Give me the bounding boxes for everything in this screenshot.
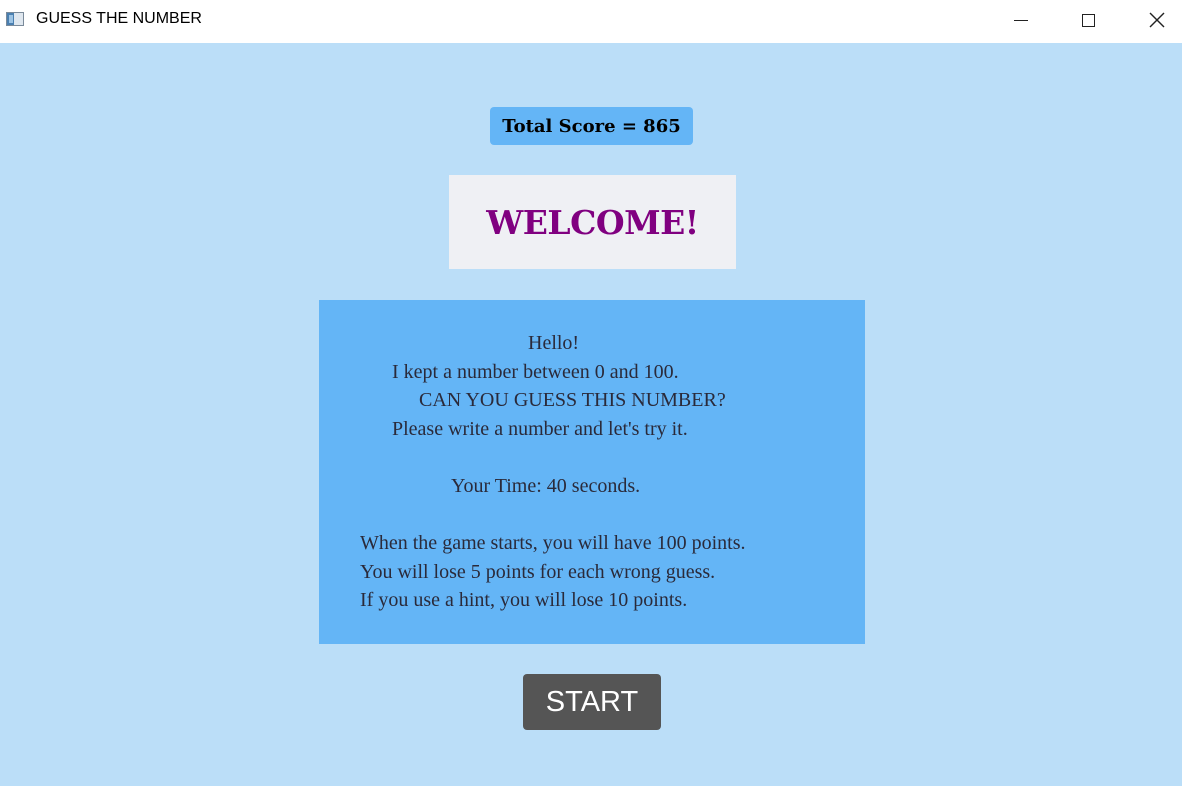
info-line-question: CAN YOU GUESS THIS NUMBER? xyxy=(419,389,726,411)
app-icon xyxy=(6,12,24,26)
app-window: GUESS THE NUMBER Total Score = 865 WELCO… xyxy=(0,0,1182,786)
info-line-range: I kept a number between 0 and 100. xyxy=(392,361,679,383)
info-line-points: When the game starts, you will have 100 … xyxy=(360,532,746,554)
start-button[interactable]: START xyxy=(523,674,661,730)
instructions-panel: Hello! I kept a number between 0 and 100… xyxy=(319,300,865,644)
info-line-hint: If you use a hint, you will lose 10 poin… xyxy=(360,589,688,611)
window-title: GUESS THE NUMBER xyxy=(36,10,202,27)
maximize-button[interactable] xyxy=(1065,0,1111,40)
title-bar[interactable]: GUESS THE NUMBER xyxy=(0,0,1182,43)
info-line-greeting: Hello! xyxy=(528,332,580,354)
info-line-time: Your Time: 40 seconds. xyxy=(451,475,641,497)
info-line-prompt: Please write a number and let's try it. xyxy=(392,418,688,440)
main-content: Total Score = 865 WELCOME! Hello! I kept… xyxy=(0,43,1182,786)
total-score-badge: Total Score = 865 xyxy=(490,107,693,145)
minimize-button[interactable] xyxy=(998,0,1044,40)
welcome-banner: WELCOME! xyxy=(449,175,736,269)
close-button[interactable] xyxy=(1134,0,1180,40)
welcome-text: WELCOME! xyxy=(486,202,699,242)
close-icon xyxy=(1149,12,1165,28)
maximize-icon xyxy=(1081,13,1095,27)
minimize-icon xyxy=(1014,19,1028,21)
info-line-penalty: You will lose 5 points for each wrong gu… xyxy=(360,561,716,583)
